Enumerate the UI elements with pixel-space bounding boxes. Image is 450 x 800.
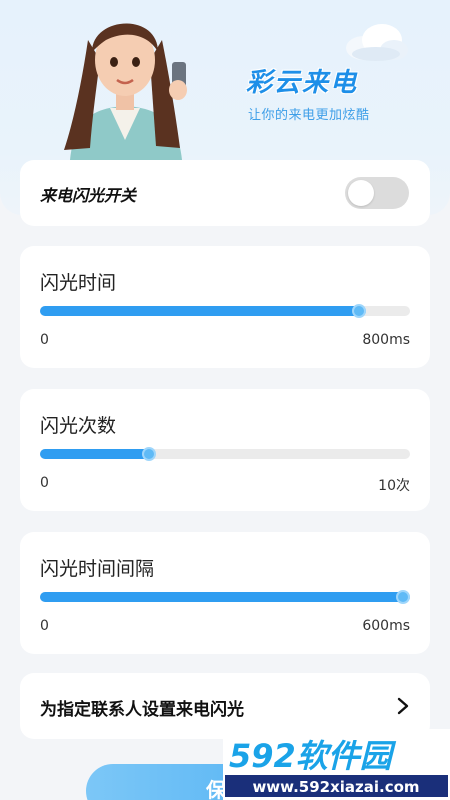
flash-duration-slider[interactable] — [40, 304, 410, 318]
slider-min-label: 0 — [40, 618, 49, 634]
slider-title: 闪光时间间隔 — [40, 558, 155, 580]
flash-switch-label: 来电闪光开关 — [40, 186, 137, 205]
brand-subtitle: 让你的来电更加炫酷 — [248, 108, 370, 123]
watermark-logo: 592软件园 www.592xiazai.com — [223, 729, 450, 800]
avatar-illustration — [64, 23, 187, 160]
watermark: 592软件园 www.592xiazai.com — [223, 729, 450, 800]
slider-max-label: 600ms — [362, 618, 410, 634]
chevron-right-icon — [397, 697, 409, 715]
slider-fill — [40, 592, 410, 602]
flash-toggle-switch[interactable] — [345, 177, 409, 209]
slider-max-label: 10次 — [378, 478, 410, 494]
slider-fill — [40, 306, 366, 316]
slider-thumb[interactable] — [141, 447, 156, 461]
watermark-url-text: www.592xiazai.com — [252, 778, 419, 796]
flash-interval-card: 闪光时间间隔 0 600ms — [20, 532, 430, 654]
brand-title: 彩云来电 — [246, 68, 359, 98]
cloud-icon — [346, 24, 408, 61]
flash-duration-card: 闪光时间 0 800ms — [20, 246, 430, 368]
flash-switch-card: 来电闪光开关 — [20, 160, 430, 226]
flash-interval-slider[interactable] — [40, 590, 410, 604]
slider-max-label: 800ms — [362, 332, 410, 348]
toggle-knob — [348, 180, 374, 206]
slider-title: 闪光次数 — [40, 415, 117, 437]
flash-count-slider[interactable] — [40, 447, 410, 461]
slider-thumb[interactable] — [352, 304, 367, 318]
flash-count-card: 闪光次数 0 10次 — [20, 389, 430, 511]
contact-setting-label: 为指定联系人设置来电闪光 — [40, 700, 244, 720]
watermark-brand-text: 592软件园 — [229, 737, 397, 775]
slider-fill — [40, 449, 151, 459]
slider-min-label: 0 — [40, 332, 49, 348]
slider-min-label: 0 — [40, 475, 49, 491]
slider-thumb[interactable] — [396, 590, 410, 604]
slider-title: 闪光时间 — [40, 272, 117, 294]
